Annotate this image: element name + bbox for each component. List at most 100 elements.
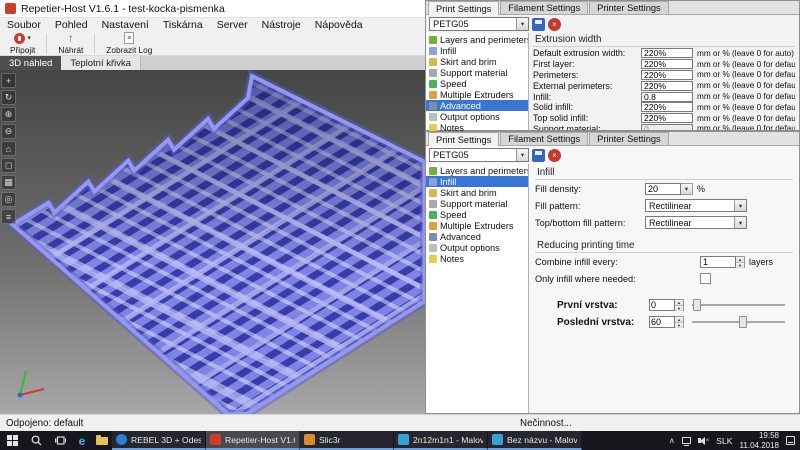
- search-button[interactable]: [24, 431, 48, 450]
- upload-button[interactable]: ↑ Náhrát: [52, 32, 89, 55]
- chevron-down-icon: ▾: [516, 18, 528, 30]
- task-view-button[interactable]: [48, 431, 72, 450]
- save-preset-icon[interactable]: [532, 18, 545, 31]
- view-menu-icon[interactable]: ≡: [1, 209, 16, 224]
- menu-nastroje[interactable]: Nástroje: [255, 19, 308, 31]
- slider-handle[interactable]: [739, 316, 747, 328]
- tab-temperature-curve[interactable]: Teplotní křivka: [61, 56, 141, 70]
- tree-item-skirt-brim[interactable]: Skirt and brim: [426, 187, 528, 198]
- setting-label: Fill density:: [535, 184, 645, 194]
- tab-printer-settings[interactable]: Printer Settings: [589, 1, 669, 14]
- spinner-down-icon[interactable]: ▾: [736, 262, 744, 268]
- home-view-icon[interactable]: ⌂: [1, 141, 16, 156]
- save-preset-icon[interactable]: [532, 149, 545, 162]
- first-layer-input[interactable]: [649, 299, 675, 311]
- tree-item-output-options[interactable]: Output options: [426, 242, 528, 253]
- front-view-icon[interactable]: ◻: [1, 158, 16, 173]
- last-layer-slider[interactable]: [692, 315, 785, 329]
- external-perimeters-extrusion-input[interactable]: [641, 81, 693, 91]
- taskbar-window-slic3r[interactable]: Slic3r: [300, 431, 394, 450]
- tree-item-support-material[interactable]: Support material: [426, 198, 528, 209]
- edge-button[interactable]: e: [72, 431, 92, 450]
- tree-item-advanced[interactable]: Advanced: [426, 100, 528, 111]
- menu-nastaveni[interactable]: Nastavení: [95, 19, 156, 31]
- show-log-button[interactable]: ≡ Zobrazit Log: [100, 32, 158, 55]
- fill-pattern-select[interactable]: Rectilinear ▾: [645, 199, 747, 212]
- file-explorer-button[interactable]: [92, 431, 112, 450]
- top-bottom-pattern-select[interactable]: Rectilinear ▾: [645, 216, 747, 229]
- infill-extrusion-input[interactable]: [641, 92, 693, 102]
- language-indicator[interactable]: SLK: [716, 436, 732, 446]
- taskbar-window-rebel[interactable]: REBEL 3D + Odeslat...: [112, 431, 206, 450]
- tab-filament-settings[interactable]: Filament Settings: [500, 132, 588, 145]
- top-view-icon[interactable]: ▦: [1, 175, 16, 190]
- rotate-icon[interactable]: ↻: [1, 90, 16, 105]
- tree-item-speed[interactable]: Speed: [426, 209, 528, 220]
- action-center-icon[interactable]: [786, 436, 795, 445]
- tree-item-support-material[interactable]: Support material: [426, 67, 528, 78]
- spinner-down-icon[interactable]: ▾: [675, 305, 683, 311]
- setting-label: Perimeters:: [533, 70, 641, 80]
- delete-preset-icon[interactable]: ×: [548, 18, 561, 31]
- tree-item-layers-perimeters[interactable]: Layers and perimeters: [426, 34, 528, 45]
- advanced-icon: [429, 102, 437, 110]
- menu-pohled[interactable]: Pohled: [48, 19, 95, 31]
- tab-print-settings[interactable]: Print Settings: [428, 1, 499, 15]
- zoom-out-icon[interactable]: ⊖: [1, 124, 16, 139]
- delete-preset-icon[interactable]: ×: [548, 149, 561, 162]
- tab-printer-settings[interactable]: Printer Settings: [589, 132, 669, 145]
- search-icon: [31, 435, 42, 446]
- preset-select[interactable]: PETG05 ▾: [429, 17, 529, 31]
- 3d-viewport[interactable]: + ↻ ⊕ ⊖ ⌂ ◻ ▦ ◎ ≡: [0, 70, 425, 414]
- infill-panel: Infill Fill density: ▾ % Fill pattern: R…: [529, 164, 799, 413]
- spinner-down-icon[interactable]: ▾: [675, 322, 683, 328]
- unit-hint: mm or % (leave 0 for default): [697, 60, 795, 69]
- fill-density-dropdown-icon[interactable]: ▾: [681, 183, 693, 195]
- last-layer-input[interactable]: [649, 316, 675, 328]
- tree-item-infill[interactable]: Infill: [426, 45, 528, 56]
- network-icon[interactable]: [682, 437, 691, 444]
- menu-server[interactable]: Server: [210, 19, 255, 31]
- first-layer-extrusion-input[interactable]: [641, 59, 693, 69]
- tree-item-advanced[interactable]: Advanced: [426, 231, 528, 242]
- top-solid-infill-extrusion-input[interactable]: [641, 113, 693, 123]
- zoom-in-icon[interactable]: ⊕: [1, 107, 16, 122]
- tree-item-speed[interactable]: Speed: [426, 78, 528, 89]
- menu-napoveda[interactable]: Nápověda: [308, 19, 370, 31]
- volume-muted-icon[interactable]: ×: [698, 437, 710, 445]
- perimeters-extrusion-input[interactable]: [641, 70, 693, 80]
- menu-tiskarna[interactable]: Tiskárna: [156, 19, 210, 31]
- tab-print-settings[interactable]: Print Settings: [428, 132, 499, 146]
- taskbar-window-repetier[interactable]: Repetier-Host V1.6...: [206, 431, 300, 450]
- tab-3d-preview[interactable]: 3D náhled: [0, 56, 61, 70]
- pan-icon[interactable]: +: [1, 73, 16, 88]
- clock[interactable]: 19:58 11.04.2018: [740, 431, 779, 450]
- only-infill-checkbox[interactable]: [700, 273, 711, 284]
- tree-item-multiple-extruders[interactable]: Multiple Extruders: [426, 89, 528, 100]
- windows-logo-icon: [7, 435, 18, 446]
- start-button[interactable]: [0, 431, 24, 450]
- perspective-view-icon[interactable]: ◎: [1, 192, 16, 207]
- taskbar-window-paint-2[interactable]: Bez názvu - Malová...: [488, 431, 582, 450]
- default-extrusion-width-input[interactable]: [641, 48, 693, 58]
- first-layer-slider[interactable]: [692, 298, 785, 312]
- tray-expand-icon[interactable]: ∧: [669, 436, 675, 445]
- support-material-extrusion-input[interactable]: [641, 124, 693, 130]
- combine-infill-input[interactable]: [700, 256, 736, 268]
- tree-item-multiple-extruders[interactable]: Multiple Extruders: [426, 220, 528, 231]
- tree-item-layers-perimeters[interactable]: Layers and perimeters: [426, 165, 528, 176]
- taskbar-window-paint-1[interactable]: 2n12m1n1 - Malová...: [394, 431, 488, 450]
- window-title: Repetier-Host V1.6.1 - test-kocka-pismen…: [21, 3, 225, 15]
- fill-density-input[interactable]: [645, 183, 681, 195]
- tab-filament-settings[interactable]: Filament Settings: [500, 1, 588, 14]
- connect-button[interactable]: ▾ Připojit: [4, 32, 41, 55]
- slider-handle[interactable]: [693, 299, 701, 311]
- menu-soubor[interactable]: Soubor: [0, 19, 48, 31]
- tree-item-infill[interactable]: Infill: [426, 176, 528, 187]
- tree-item-output-options[interactable]: Output options: [426, 111, 528, 122]
- preset-select[interactable]: PETG05 ▾: [429, 148, 529, 162]
- solid-infill-extrusion-input[interactable]: [641, 102, 693, 112]
- tree-item-skirt-brim[interactable]: Skirt and brim: [426, 56, 528, 67]
- tree-item-notes[interactable]: Notes: [426, 253, 528, 264]
- speed-icon: [429, 80, 437, 88]
